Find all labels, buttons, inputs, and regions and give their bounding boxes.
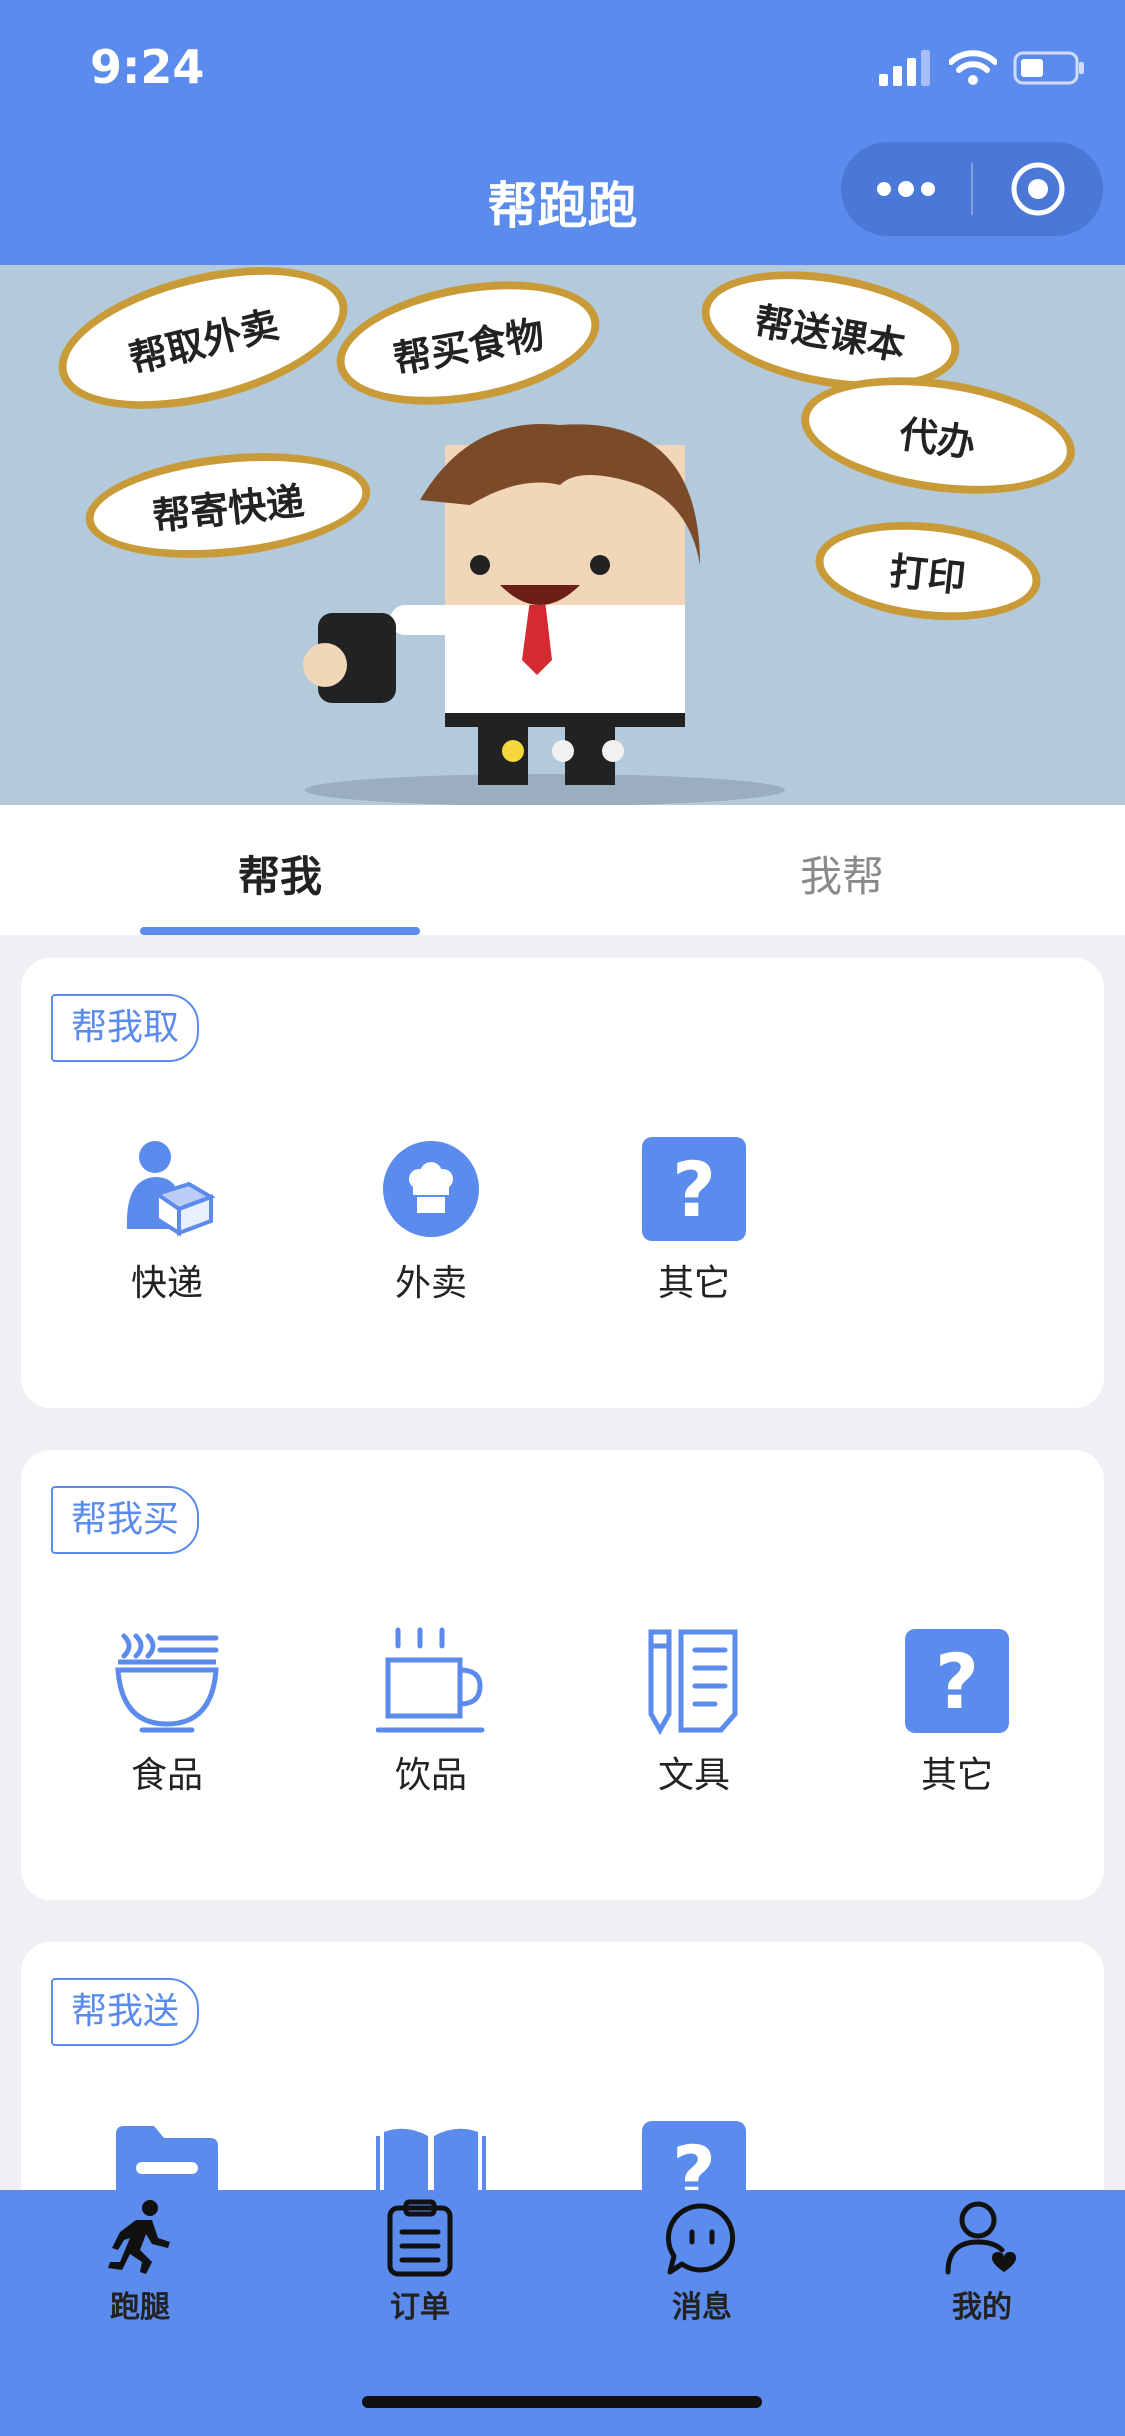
item-label: 文具 bbox=[657, 1755, 730, 1796]
item-buy-other[interactable]: ? 其它 bbox=[857, 1626, 1057, 1798]
more-dots-icon bbox=[877, 181, 935, 197]
tab-mine[interactable]: 我的 bbox=[882, 2198, 1082, 2326]
target-icon bbox=[1011, 162, 1065, 216]
active-tab-indicator bbox=[140, 927, 420, 935]
item-drink[interactable]: 饮品 bbox=[331, 1626, 531, 1798]
more-button[interactable] bbox=[841, 142, 971, 236]
item-label: 外卖 bbox=[394, 1263, 467, 1304]
question-mark-icon: ? bbox=[902, 1626, 1012, 1736]
status-icons bbox=[877, 50, 1085, 86]
item-food[interactable]: 食品 bbox=[67, 1626, 267, 1798]
tab-orders[interactable]: 订单 bbox=[320, 2198, 520, 2326]
cup-icon bbox=[376, 1626, 486, 1736]
tab-label: 消息 bbox=[672, 2290, 732, 2325]
close-mini-program-button[interactable] bbox=[973, 142, 1103, 236]
user-heart-icon bbox=[882, 2198, 1082, 2278]
battery-icon bbox=[1013, 51, 1084, 85]
item-label: 其它 bbox=[657, 1263, 730, 1304]
tab-bar-top: 帮我 我帮 bbox=[0, 805, 1125, 935]
item-stationery[interactable]: 文具 bbox=[594, 1626, 794, 1798]
tab-label: 跑腿 bbox=[110, 2290, 170, 2325]
tab-i-help[interactable]: 我帮 bbox=[702, 843, 982, 904]
nav-bar: 帮跑跑 bbox=[0, 130, 1125, 265]
running-man-icon bbox=[40, 2198, 240, 2278]
tab-label: 订单 bbox=[390, 2290, 450, 2325]
chat-bubble-icon bbox=[602, 2198, 802, 2278]
card-take: 帮我取 快递 外卖 ? 其它 bbox=[21, 958, 1104, 1408]
tab-label: 我的 bbox=[952, 2290, 1012, 2325]
express-courier-icon bbox=[112, 1134, 222, 1244]
item-label: 食品 bbox=[130, 1755, 203, 1796]
wifi-icon bbox=[949, 50, 997, 85]
tab-messages[interactable]: 消息 bbox=[602, 2198, 802, 2326]
home-indicator bbox=[362, 2396, 762, 2408]
item-label: 快递 bbox=[130, 1263, 203, 1304]
bowl-icon bbox=[112, 1626, 222, 1736]
tab-help-me[interactable]: 帮我 bbox=[140, 843, 420, 904]
card-tag: 帮我取 bbox=[51, 994, 200, 1062]
banner-carousel[interactable]: 帮取外卖 帮买食物 帮送课本 代办 帮寄快递 打印 bbox=[0, 265, 1125, 805]
item-express[interactable]: 快递 bbox=[67, 1134, 267, 1306]
card-buy: 帮我买 食品 饮品 文具 ? 其它 bbox=[21, 1450, 1104, 1900]
status-time: 9:24 bbox=[90, 40, 205, 94]
tab-errand[interactable]: 跑腿 bbox=[40, 2198, 240, 2326]
question-mark-icon: ? bbox=[639, 1134, 749, 1244]
carousel-dot[interactable] bbox=[551, 740, 574, 762]
pencil-notebook-icon bbox=[639, 1626, 749, 1736]
clipboard-icon bbox=[320, 2198, 520, 2278]
carousel-dot-active[interactable] bbox=[501, 740, 524, 762]
item-takeout[interactable]: 外卖 bbox=[331, 1134, 531, 1306]
signal-icon bbox=[879, 50, 930, 86]
chef-hat-icon bbox=[376, 1134, 486, 1244]
item-label: 饮品 bbox=[394, 1755, 467, 1796]
item-label: 其它 bbox=[920, 1755, 993, 1796]
card-tag: 帮我送 bbox=[51, 1978, 200, 2046]
card-tag: 帮我买 bbox=[51, 1486, 200, 1554]
mini-program-capsule bbox=[841, 142, 1103, 236]
status-bar: 9:24 bbox=[0, 0, 1125, 130]
carousel-dot[interactable] bbox=[601, 740, 624, 762]
item-take-other[interactable]: ? 其它 bbox=[594, 1134, 794, 1306]
carousel-dots bbox=[0, 740, 1125, 762]
